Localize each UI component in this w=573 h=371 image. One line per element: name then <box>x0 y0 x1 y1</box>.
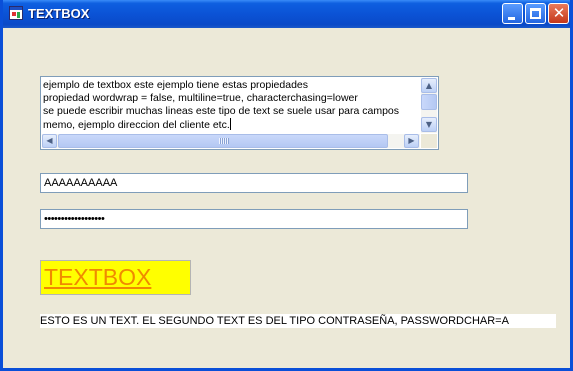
memo-line: memo, ejemplo direccion del cliente etc. <box>43 119 230 131</box>
maximize-icon <box>530 8 541 19</box>
password-input[interactable]: •••••••••••••••••• <box>40 209 468 229</box>
vertical-scroll-thumb[interactable] <box>421 94 437 110</box>
close-icon: ✕ <box>552 4 566 22</box>
scroll-left-icon[interactable]: ◀ <box>42 134 57 148</box>
text-caret <box>229 118 231 130</box>
window-title: TEXTBOX <box>28 6 90 21</box>
minimize-button[interactable] <box>502 3 523 24</box>
memo-line: se puede escribir muchas lineas este tip… <box>43 105 400 117</box>
close-button[interactable]: ✕ <box>548 3 569 24</box>
memo-line: propiedad wordwrap = false, multiline=tr… <box>43 92 358 104</box>
grip-icon <box>219 138 229 144</box>
text-input[interactable]: AAAAAAAAAA <box>40 173 468 193</box>
title-bar[interactable]: TEXTBOX ✕ <box>3 0 570 28</box>
info-label: ESTO ES UN TEXT. EL SEGUNDO TEXT ES DEL … <box>40 314 556 328</box>
scroll-down-icon[interactable]: ▼ <box>421 117 437 132</box>
memo-text[interactable]: ejemplo de textbox este ejemplo tiene es… <box>43 79 419 133</box>
scroll-corner <box>421 134 437 148</box>
scroll-up-icon[interactable]: ▲ <box>421 78 437 93</box>
memo-line: ejemplo de textbox este ejemplo tiene es… <box>43 79 309 91</box>
minimize-icon <box>508 17 515 20</box>
maximize-button[interactable] <box>525 3 546 24</box>
horizontal-scrollbar[interactable]: ◀ ▶ <box>42 134 420 148</box>
memo-textbox[interactable]: ejemplo de textbox este ejemplo tiene es… <box>40 76 439 150</box>
app-icon[interactable] <box>9 6 23 20</box>
horizontal-scroll-thumb[interactable] <box>58 134 388 148</box>
title-label: TEXTBOX <box>40 260 191 295</box>
scroll-right-icon[interactable]: ▶ <box>404 134 419 148</box>
vertical-scrollbar[interactable]: ▲ ▼ <box>421 78 437 133</box>
